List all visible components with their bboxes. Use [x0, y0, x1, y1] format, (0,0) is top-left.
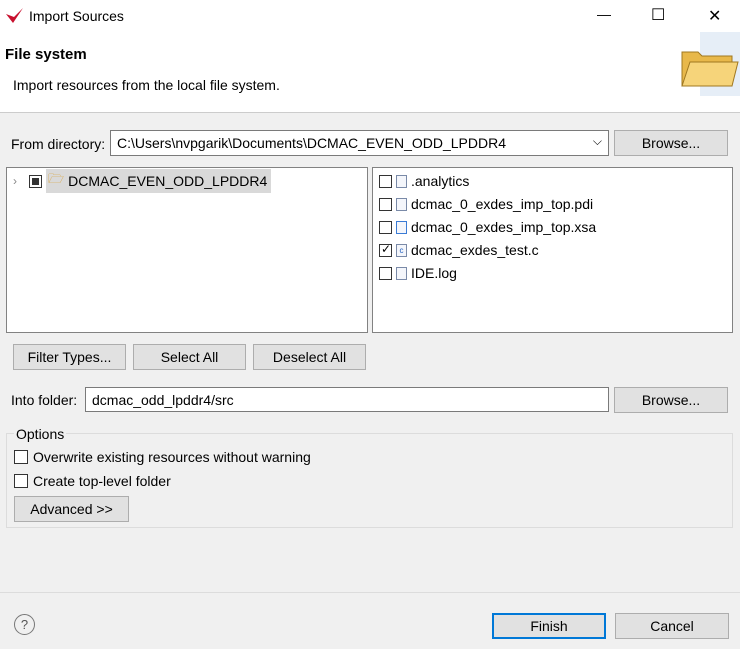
create-top-level-option[interactable]: Create top-level folder — [14, 473, 171, 489]
options-title: Options — [14, 426, 67, 442]
file-checkbox[interactable] — [379, 266, 392, 280]
from-directory-combo[interactable]: C:\Users\nvpgarik\Documents\DCMAC_EVEN_O… — [110, 130, 609, 156]
browse-folder-button[interactable]: Browse... — [614, 387, 728, 413]
list-item[interactable]: dcmac_exdes_test.c — [411, 242, 539, 258]
folder-icon: 🗁 — [48, 171, 65, 186]
into-folder-label: Into folder: — [11, 392, 78, 408]
app-logo-icon — [6, 8, 23, 23]
file-icon — [396, 174, 407, 188]
tree-item-checkbox[interactable] — [29, 174, 42, 188]
divider — [0, 592, 740, 593]
list-item[interactable]: dcmac_0_exdes_imp_top.pdi — [411, 196, 593, 212]
minimize-button[interactable]: — — [597, 6, 611, 22]
list-item[interactable]: dcmac_0_exdes_imp_top.xsa — [411, 219, 596, 235]
overwrite-option[interactable]: Overwrite existing resources without war… — [14, 449, 311, 465]
page-description: Import resources from the local file sys… — [13, 77, 280, 93]
file-icon — [396, 197, 407, 211]
file-list[interactable]: .analytics dcmac_0_exdes_imp_top.pdi dcm… — [372, 167, 733, 333]
deselect-all-button[interactable]: Deselect All — [253, 344, 366, 370]
chevron-down-icon[interactable]: ⌵ — [593, 134, 602, 149]
help-icon[interactable]: ? — [14, 614, 35, 635]
tree-item-label[interactable]: DCMAC_EVEN_ODD_LPDDR4 — [68, 173, 267, 189]
list-item[interactable]: .analytics — [411, 173, 469, 189]
folder-banner-icon — [681, 32, 740, 96]
title-bar: Import Sources — ☐ ✕ — [0, 0, 740, 32]
select-all-button[interactable]: Select All — [133, 344, 246, 370]
folder-tree[interactable]: › 🗁 DCMAC_EVEN_ODD_LPDDR4 — [6, 167, 368, 333]
overwrite-label: Overwrite existing resources without war… — [33, 449, 311, 465]
from-directory-value: C:\Users\nvpgarik\Documents\DCMAC_EVEN_O… — [117, 135, 507, 151]
file-checkbox[interactable]: ✓ — [379, 242, 392, 257]
create-top-level-label: Create top-level folder — [33, 473, 171, 489]
xsa-file-icon — [396, 220, 407, 234]
file-checkbox[interactable] — [379, 197, 392, 211]
from-directory-label: From directory: — [11, 136, 106, 152]
cancel-button[interactable]: Cancel — [615, 613, 729, 639]
file-icon — [396, 266, 407, 280]
into-folder-input[interactable]: dcmac_odd_lpddr4/src — [85, 387, 609, 412]
filter-types-button[interactable]: Filter Types... — [13, 344, 126, 370]
advanced-button[interactable]: Advanced >> — [14, 496, 129, 522]
list-item[interactable]: IDE.log — [411, 265, 457, 281]
finish-button[interactable]: Finish — [492, 613, 606, 639]
expand-chevron-icon[interactable]: › — [13, 174, 17, 188]
maximize-button[interactable]: ☐ — [651, 5, 665, 25]
close-button[interactable]: ✕ — [708, 6, 721, 26]
window-title: Import Sources — [29, 8, 124, 24]
create-top-level-checkbox[interactable] — [14, 474, 28, 488]
browse-directory-button[interactable]: Browse... — [614, 130, 728, 156]
file-checkbox[interactable] — [379, 220, 392, 234]
file-checkbox[interactable] — [379, 174, 392, 188]
page-title: File system — [5, 46, 87, 63]
overwrite-checkbox[interactable] — [14, 450, 28, 464]
c-file-icon: c — [396, 243, 407, 257]
into-folder-value: dcmac_odd_lpddr4/src — [92, 392, 234, 408]
wizard-header: File system Import resources from the lo… — [0, 32, 740, 113]
